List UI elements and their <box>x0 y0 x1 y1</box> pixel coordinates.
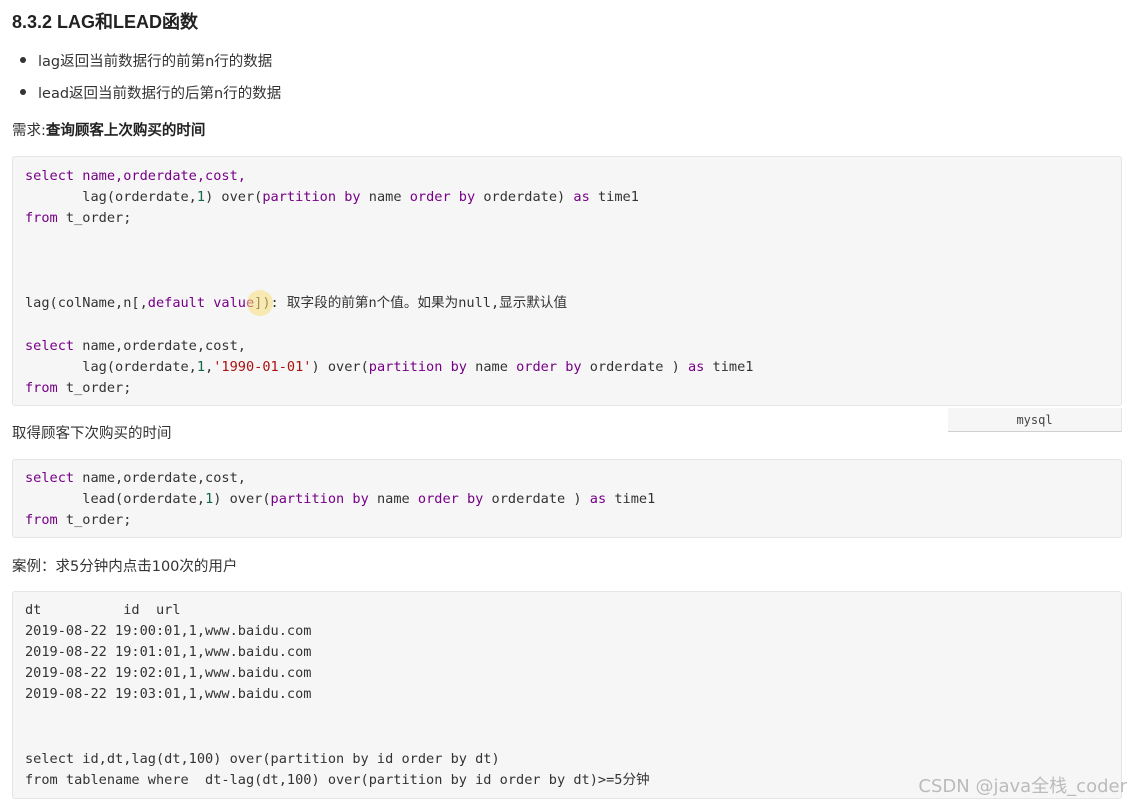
code-line: select name,orderdate,cost, <box>25 166 246 187</box>
code-line: select id,dt,lag(dt,100) over(partition … <box>25 751 500 767</box>
code-line: from tablename where dt-lag(dt,100) over… <box>25 772 650 788</box>
code-token: as <box>589 491 607 507</box>
requirement-prefix: 需求: <box>12 123 46 139</box>
watermark: CSDN @java全栈_coder <box>918 776 1127 797</box>
code-token: 1 <box>196 359 206 375</box>
code-token: by <box>344 491 369 507</box>
code-line: from t_order; <box>25 378 131 399</box>
code-token: lag(colName,n[, <box>25 295 148 311</box>
requirement-2: 取得顾客下次购买的时间 <box>12 426 172 442</box>
code-line: 2019-08-22 19:01:01,1,www.baidu.com <box>25 644 312 660</box>
code-line: 2019-08-22 19:03:01,1,www.baidu.com <box>25 686 312 702</box>
code-token: lag(orderdate, <box>25 189 197 205</box>
code-token: partition <box>368 359 443 375</box>
code-token: by <box>557 359 582 375</box>
code-token: from <box>25 210 58 226</box>
section-heading: 8.3.2 LAG和LEAD函数 <box>12 12 199 32</box>
code-line: lag(colName,n[,default value]): 取字段的前第n个… <box>25 293 567 314</box>
code-block-case: dt id url 2019-08-22 19:00:01,1,www.baid… <box>12 591 1122 799</box>
code-token: select <box>25 470 75 486</box>
case-description: 案例：求5分钟内点击100次的用户 <box>12 559 238 575</box>
code-token: partition <box>270 491 345 507</box>
code-token: ) over( <box>205 189 263 205</box>
code-line: select name,orderdate,cost, <box>25 468 246 489</box>
requirement-bold: 查询顾客上次购买的时间 <box>45 123 206 139</box>
code-token: order <box>409 189 451 205</box>
code-token: as <box>688 359 705 375</box>
code-token: select name,orderdate,cost, <box>25 168 246 184</box>
code-token: name,orderdate,cost, <box>74 338 246 354</box>
code-token: name <box>360 189 410 205</box>
bullet-dot-icon <box>20 57 26 63</box>
code-token: name <box>467 359 517 375</box>
code-line: from t_order; <box>25 208 131 229</box>
code-token: partition <box>262 189 337 205</box>
code-token: name <box>368 491 418 507</box>
code-token: by <box>442 359 467 375</box>
requirement-1: 需求:查询顾客上次购买的时间 <box>12 119 205 140</box>
code-token: from <box>25 512 58 528</box>
code-token: ) over( <box>311 359 369 375</box>
code-line: 2019-08-22 19:00:01,1,www.baidu.com <box>25 623 312 639</box>
code-line: 2019-08-22 19:02:01,1,www.baidu.com <box>25 665 312 681</box>
code-token: ]): 取字段的前第n个值。如果为null,显示默认值 <box>254 295 568 311</box>
code-token: orderdate ) <box>483 491 590 507</box>
code-language-selector[interactable]: mysql <box>948 408 1122 432</box>
code-line: dt id url <box>25 602 181 618</box>
code-token: name,orderdate,cost, <box>74 470 246 486</box>
code-token: t_order; <box>57 512 132 528</box>
code-token: by <box>458 491 484 507</box>
code-token: ) over( <box>213 491 271 507</box>
code-token: order <box>417 491 459 507</box>
code-token: t_order; <box>57 210 132 226</box>
code-token: default <box>147 295 206 311</box>
bullet-text: lag返回当前数据行的前第n行的数据 <box>38 54 273 70</box>
code-line: lead(orderdate,1) over(partition by name… <box>25 489 655 510</box>
code-token: time1 <box>606 491 656 507</box>
code-token: lead(orderdate, <box>25 491 206 507</box>
code-token: order <box>516 359 558 375</box>
mouse-cursor-icon <box>247 290 273 316</box>
code-token: by <box>336 189 361 205</box>
code-token: orderdate) <box>475 189 574 205</box>
code-token: time1 <box>589 189 639 205</box>
code-line: lag(orderdate,1) over(partition by name … <box>25 187 639 208</box>
code-token: lag(orderdate, <box>25 359 197 375</box>
code-line: select name,orderdate,cost, <box>25 336 246 357</box>
code-line: lag(orderdate,1,'1990-01-01') over(parti… <box>25 357 753 378</box>
bullet-lag: lag返回当前数据行的前第n行的数据 <box>20 50 272 71</box>
code-block-lag: select name,orderdate,cost, lag(orderdat… <box>12 156 1122 406</box>
code-token: select <box>25 338 75 354</box>
code-token: time1 <box>704 359 754 375</box>
code-line: from t_order; <box>25 510 131 531</box>
bullet-lead: lead返回当前数据行的后第n行的数据 <box>20 82 281 103</box>
code-token: as <box>573 189 590 205</box>
bullet-dot-icon <box>20 89 26 95</box>
code-token: '1990-01-01' <box>213 359 312 375</box>
code-token: t_order; <box>57 380 132 396</box>
code-block-lead: select name,orderdate,cost, lead(orderda… <box>12 459 1122 538</box>
code-token: 1 <box>196 189 206 205</box>
code-token: by <box>450 189 476 205</box>
bullet-text: lead返回当前数据行的后第n行的数据 <box>38 86 282 102</box>
code-token: orderdate ) <box>581 359 688 375</box>
code-token: from <box>25 380 58 396</box>
